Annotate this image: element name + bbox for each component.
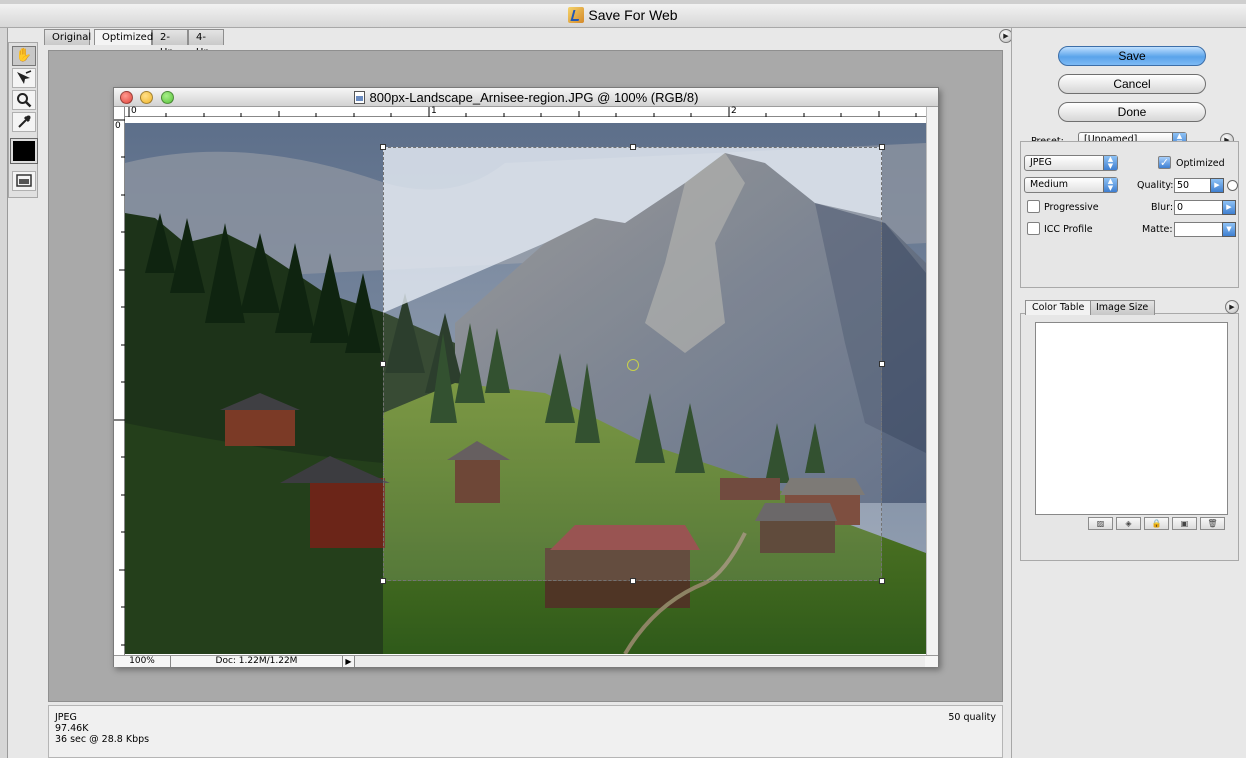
quality-field[interactable]: 50 ▶	[1174, 178, 1224, 193]
web-snap-icon[interactable]: ◈	[1116, 517, 1141, 530]
chevron-down-icon[interactable]: ▼	[1222, 222, 1236, 237]
selection-handle[interactable]	[879, 144, 885, 150]
blur-field[interactable]: 0 ▶	[1174, 200, 1236, 215]
document-status-bar: 100% Doc: 1.22M/1.22M ▶	[114, 655, 938, 667]
progressive-label: Progressive	[1044, 202, 1099, 213]
ruler-mark: 2	[731, 106, 737, 116]
selection-handle[interactable]	[879, 578, 885, 584]
color-swatch[interactable]	[10, 138, 38, 164]
slider-arrow-icon[interactable]: ▶	[1210, 178, 1224, 193]
zoom-window-icon[interactable]	[161, 91, 174, 104]
window-title: Save For Web	[588, 7, 678, 23]
color-table-panel: Color Table Image Size ▨ ◈ 🔒 ▣ 🗑	[1020, 300, 1239, 561]
window-titlebar[interactable]: Save For Web	[0, 4, 1246, 28]
selection-handle[interactable]	[879, 361, 885, 367]
horizontal-scrollbar[interactable]	[355, 656, 925, 667]
done-button[interactable]: Done	[1058, 102, 1206, 122]
icc-profile-checkbox[interactable]	[1027, 222, 1040, 235]
eyedropper-icon[interactable]	[12, 112, 36, 132]
doc-size: Doc: 1.22M/1.22M	[171, 656, 343, 667]
tab-optimized[interactable]: Optimized	[94, 29, 153, 45]
optimization-info: JPEG 97.46K 36 sec @ 28.8 Kbps 50 qualit…	[48, 705, 1003, 758]
save-for-web-dialog: Save For Web ✋ Original Optimized 2-Up 4…	[0, 0, 1246, 758]
horizontal-ruler: 0 1 2	[124, 107, 926, 117]
hand-icon[interactable]: ✋	[12, 46, 36, 66]
tab-image-size[interactable]: Image Size	[1089, 300, 1156, 315]
toggle-preview-icon[interactable]	[12, 171, 36, 191]
selection-handle[interactable]	[380, 578, 386, 584]
tab-2-up[interactable]: 2-Up	[152, 29, 188, 58]
ruler-mark: 0	[115, 121, 121, 131]
info-quality: 50 quality	[948, 712, 996, 723]
tab-4-up[interactable]: 4-Up	[188, 29, 224, 58]
document-title: 800px-Landscape_Arnisee-region.JPG @ 100…	[369, 90, 699, 105]
document-titlebar[interactable]: 800px-Landscape_Arnisee-region.JPG @ 100…	[114, 88, 938, 107]
color-table-menu-icon[interactable]: ▶	[1225, 300, 1239, 314]
selection-handle[interactable]	[630, 144, 636, 150]
vertical-scrollbar[interactable]	[926, 107, 938, 655]
updown-arrows-icon: ▲▼	[1103, 178, 1117, 192]
info-format: JPEG	[55, 712, 77, 723]
vertical-ruler: 0	[114, 107, 125, 655]
tab-color-table[interactable]: Color Table	[1025, 300, 1092, 315]
compression-value: Medium	[1030, 179, 1068, 190]
updown-arrows-icon: ▲▼	[1103, 156, 1117, 170]
format-select[interactable]: JPEG ▲ ▼	[1024, 155, 1118, 171]
background-app-edge	[0, 28, 8, 758]
quality-value: 50	[1177, 180, 1190, 191]
progressive-checkbox[interactable]	[1027, 200, 1040, 213]
toolbox: ✋	[8, 42, 38, 198]
quality-mask-icon[interactable]	[1227, 180, 1238, 191]
matte-select[interactable]: ▼	[1174, 222, 1236, 237]
selection-handle[interactable]	[630, 578, 636, 584]
quality-label: Quality:	[1137, 180, 1174, 191]
icc-profile-label: ICC Profile	[1044, 224, 1093, 235]
close-icon[interactable]	[120, 91, 133, 104]
new-color-icon[interactable]: ▣	[1172, 517, 1197, 530]
center-point-icon	[627, 359, 639, 371]
zoom-level[interactable]: 100%	[114, 656, 171, 667]
color-table-swatches[interactable]	[1035, 322, 1228, 515]
format-value: JPEG	[1030, 157, 1052, 168]
ruler-mark: 0	[131, 106, 137, 116]
optimized-checkbox[interactable]: ✓	[1158, 156, 1171, 169]
tab-original[interactable]: Original	[44, 29, 91, 45]
slice-select-icon[interactable]	[12, 68, 36, 88]
selection-handle[interactable]	[380, 144, 386, 150]
blur-value: 0	[1177, 202, 1184, 213]
cancel-button[interactable]: Cancel	[1058, 74, 1206, 94]
map-icon[interactable]: ▨	[1088, 517, 1113, 530]
status-menu-arrow-icon[interactable]: ▶	[343, 656, 355, 667]
optimized-label: Optimized	[1176, 158, 1225, 169]
document-icon	[353, 91, 365, 104]
compression-select[interactable]: Medium ▲ ▼	[1024, 177, 1118, 193]
optimize-settings: JPEG ▲ ▼ ✓ Optimized Medium ▲ ▼ Quality: 50 ▶…	[1020, 141, 1239, 288]
lock-icon[interactable]: 🔒	[1144, 517, 1169, 530]
settings-panel: Save Cancel Done Preset: [Unnamed]▲▼ ▶ J…	[1011, 28, 1246, 758]
matte-label: Matte:	[1142, 224, 1173, 235]
ruler-mark: 1	[431, 106, 437, 116]
save-for-web-icon	[568, 7, 585, 23]
blur-label: Blur:	[1151, 202, 1174, 213]
selection-handle[interactable]	[380, 361, 386, 367]
zoom-icon[interactable]	[12, 90, 36, 110]
trash-icon[interactable]: 🗑	[1200, 517, 1225, 530]
slider-arrow-icon[interactable]: ▶	[1222, 200, 1236, 215]
minimize-icon[interactable]	[140, 91, 153, 104]
info-size: 97.46K	[55, 723, 89, 734]
save-button[interactable]: Save	[1058, 46, 1206, 66]
info-download-time: 36 sec @ 28.8 Kbps	[55, 734, 150, 745]
